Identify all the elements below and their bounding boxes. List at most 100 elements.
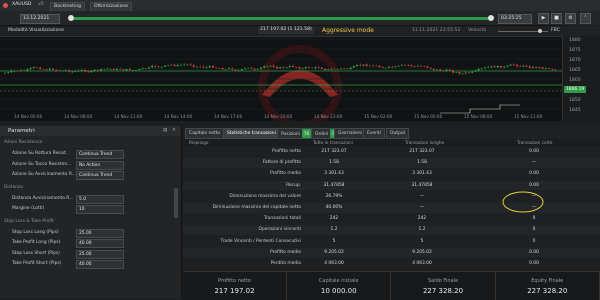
row-label: Profitto netto bbox=[272, 149, 301, 154]
candle-body bbox=[349, 67, 352, 70]
tab-posizioni[interactable]: Posizioni 70 bbox=[277, 128, 315, 139]
cell-short: 0 bbox=[532, 238, 536, 244]
panel-close-icon[interactable]: ✕ bbox=[172, 128, 176, 134]
summary-box: Capitale iniziale 10 000.00 bbox=[287, 272, 392, 300]
candle-body bbox=[429, 67, 432, 69]
cell-all: 40.00% bbox=[325, 205, 343, 210]
playback-progress-bar[interactable] bbox=[70, 17, 490, 20]
param-value-field[interactable]: 40.00 bbox=[76, 239, 124, 248]
candle-body bbox=[240, 69, 243, 71]
tab-statistiche-transazioni[interactable]: Statistiche transazioni bbox=[223, 128, 280, 139]
tab-capitale-netto[interactable]: Capitale netto bbox=[185, 128, 225, 139]
candle-body bbox=[170, 64, 173, 66]
stop-button[interactable]: ■ bbox=[551, 13, 562, 24]
candle-body bbox=[362, 64, 365, 66]
candle-body bbox=[218, 68, 221, 69]
candle-body bbox=[128, 69, 131, 71]
candle-body bbox=[269, 65, 272, 67]
settings-icon[interactable]: ⚙ bbox=[565, 13, 576, 24]
row-label: Diminuzione massima del valore bbox=[229, 193, 301, 199]
candle-body bbox=[368, 65, 371, 67]
section-header[interactable]: Azioni Resistenza bbox=[4, 140, 42, 145]
param-label: Azione Su Tocco Resisten... bbox=[12, 161, 72, 167]
velocity-slider-handle[interactable] bbox=[538, 29, 542, 33]
cell-all: 31.47858 bbox=[323, 182, 345, 188]
progress-end-handle[interactable] bbox=[488, 15, 494, 21]
candle-body bbox=[4, 72, 6, 74]
param-row: Distanza Avvicinamento R... 5.0 bbox=[0, 194, 181, 204]
param-value-field[interactable]: 25.00 bbox=[76, 228, 124, 238]
candle-body bbox=[340, 68, 342, 70]
param-value-field[interactable]: Continua Trend bbox=[76, 171, 124, 180]
candle-body bbox=[119, 68, 122, 70]
y-axis-label: 1865 bbox=[569, 68, 581, 73]
candle-body bbox=[263, 66, 266, 68]
progress-start-handle[interactable] bbox=[68, 15, 74, 21]
collapse-icon[interactable]: ⌃ bbox=[580, 13, 591, 24]
tab-eventi[interactable]: Eventi bbox=[363, 128, 385, 139]
cell-long: 31.47858 bbox=[411, 182, 433, 188]
header-summary: Riepilogo bbox=[189, 140, 209, 145]
summary-value: 227 328.20 bbox=[527, 287, 568, 295]
candle-body bbox=[343, 68, 346, 70]
cell-all: 5 bbox=[332, 238, 336, 244]
section-header[interactable]: Stop Loss & Take Profit bbox=[4, 219, 54, 224]
candle-body bbox=[320, 67, 323, 69]
param-value-field[interactable]: 25.00 bbox=[76, 249, 124, 259]
param-value-field[interactable]: 5.0 bbox=[76, 194, 124, 204]
param-label: Stop Loss Short (Pips) bbox=[12, 250, 60, 256]
panel-menu-icon[interactable]: ▤ bbox=[163, 128, 167, 134]
candle-body bbox=[276, 67, 278, 69]
candle-body bbox=[487, 67, 490, 68]
candle-body bbox=[250, 67, 253, 69]
tab-giornaliero[interactable]: Giornaliero bbox=[334, 128, 367, 139]
end-time-field[interactable]: 03:25:25 bbox=[498, 14, 532, 24]
candle-body bbox=[388, 66, 390, 68]
candle-body bbox=[180, 64, 182, 66]
cell-short: 0.00 bbox=[529, 182, 539, 188]
watermark-logo bbox=[258, 45, 342, 121]
y-axis-label: 1860 bbox=[569, 78, 581, 83]
section-header[interactable]: Distanza bbox=[4, 185, 23, 190]
chart-title: Modalità Visualizzazione bbox=[8, 28, 64, 33]
x-axis-label: 15 Nov 02:00 bbox=[364, 114, 393, 119]
candle-body bbox=[135, 70, 138, 71]
candle-body bbox=[256, 68, 259, 70]
candle-body bbox=[58, 70, 61, 71]
candle-body bbox=[106, 68, 109, 70]
table-row: Transazioni totali 242 242 0 bbox=[183, 214, 600, 224]
play-button[interactable]: ▶ bbox=[538, 13, 549, 24]
candle-body bbox=[519, 66, 522, 67]
candle-body bbox=[468, 72, 470, 74]
candle-body bbox=[109, 68, 112, 70]
candle-body bbox=[205, 67, 208, 68]
param-value-field[interactable]: Continua Trend bbox=[76, 150, 124, 159]
param-value-field[interactable]: No Action bbox=[76, 160, 124, 170]
candle-body bbox=[490, 66, 493, 68]
start-date-field[interactable]: 13.12.2021 bbox=[20, 14, 60, 24]
candle-body bbox=[164, 65, 166, 67]
candle-body bbox=[154, 65, 157, 67]
row-label: Diminuzione massima del capitale netto bbox=[212, 205, 301, 210]
param-value-field[interactable]: 40.00 bbox=[76, 260, 124, 269]
price-chart[interactable]: 14 Nov 05:00 14 Nov 08:00 14 Nov 11:00 14 N… bbox=[0, 25, 562, 121]
candle-body bbox=[52, 68, 54, 70]
candle-body bbox=[512, 64, 515, 66]
candlestick-chart[interactable]: 14 Nov 05:00 14 Nov 08:00 14 Nov 11:00 14 N… bbox=[0, 25, 562, 121]
version-label: v5 bbox=[38, 2, 44, 7]
param-value-field[interactable]: 10 bbox=[76, 205, 124, 214]
scrollbar-thumb[interactable] bbox=[174, 188, 178, 218]
candle-body bbox=[317, 67, 320, 68]
candle-body bbox=[301, 68, 304, 69]
candle-body bbox=[45, 69, 48, 71]
x-axis-label: 15 Nov 11:00 bbox=[514, 114, 543, 119]
x-axis-label: 14 Nov 11:00 bbox=[114, 114, 143, 119]
row-label: Profitto medio bbox=[270, 249, 301, 255]
cell-long: 5 bbox=[420, 238, 424, 244]
candle-body bbox=[452, 70, 454, 73]
candle-body bbox=[103, 68, 106, 70]
candle-body bbox=[509, 64, 512, 66]
close-icon[interactable] bbox=[3, 3, 8, 8]
tab-output[interactable]: Output bbox=[386, 128, 410, 139]
candle-body bbox=[64, 70, 67, 71]
